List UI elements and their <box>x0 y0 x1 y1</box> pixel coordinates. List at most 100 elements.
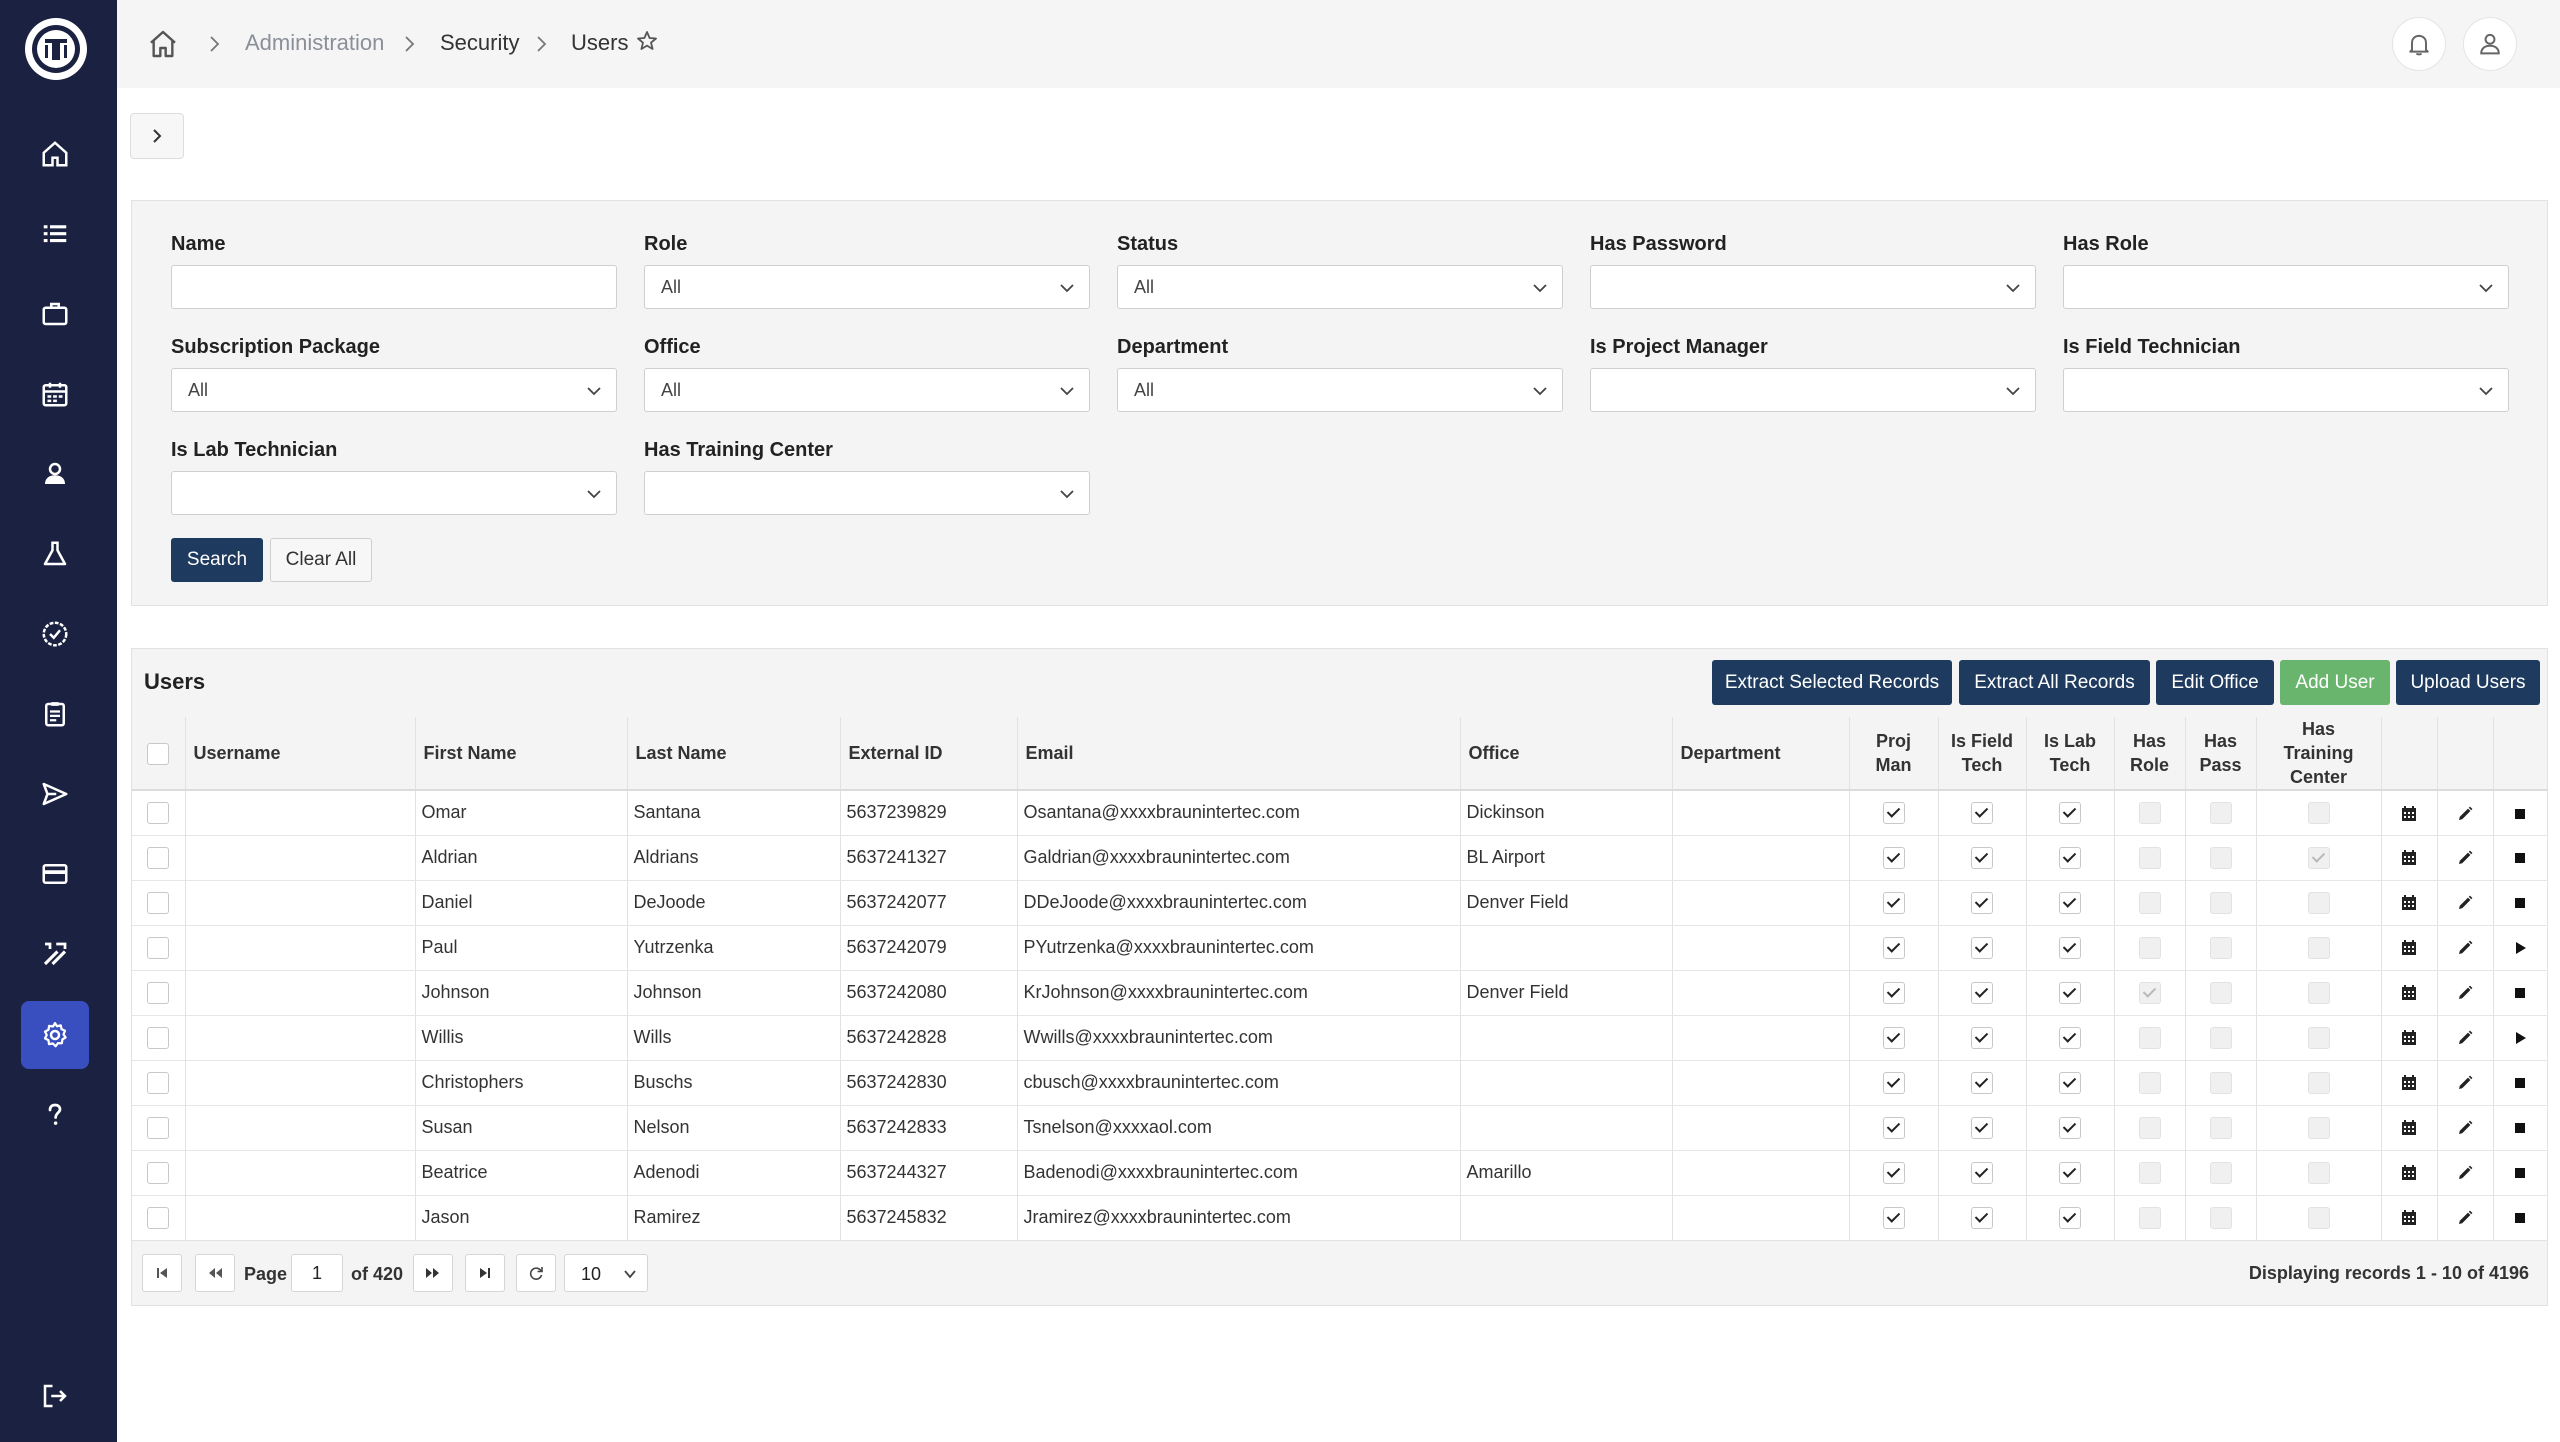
is-lab-tech-checkbox[interactable] <box>2059 981 2081 1004</box>
stop-icon[interactable] <box>2511 894 2529 912</box>
pencil-icon[interactable] <box>2456 805 2474 823</box>
proj-man-checkbox[interactable] <box>1882 1026 1905 1049</box>
is-field-tech-checkbox[interactable] <box>1971 846 1993 869</box>
is-field-tech-checkbox[interactable] <box>1971 1116 1993 1139</box>
status-select[interactable]: All <box>1117 265 1563 309</box>
calendar-icon[interactable] <box>2400 849 2418 867</box>
col-last-name[interactable]: Last Name <box>627 717 841 791</box>
row-select-checkbox[interactable] <box>147 936 170 959</box>
nav-reports[interactable] <box>21 680 89 748</box>
is-lab-tech-checkbox[interactable] <box>2059 1161 2081 1184</box>
col-office[interactable]: Office <box>1460 717 1673 791</box>
proj-man-checkbox[interactable] <box>1882 891 1905 914</box>
page-size-select[interactable]: 10 <box>564 1254 648 1292</box>
pencil-icon[interactable] <box>2456 1119 2474 1137</box>
calendar-icon[interactable] <box>2400 1164 2418 1182</box>
proj-man-checkbox[interactable] <box>1882 1206 1905 1229</box>
pencil-icon[interactable] <box>2456 1029 2474 1047</box>
calendar-icon[interactable] <box>2400 1029 2418 1047</box>
add-user-button[interactable]: Add User <box>2280 660 2390 705</box>
has-password-select[interactable] <box>1590 265 2036 309</box>
row-select-checkbox[interactable] <box>147 981 170 1004</box>
proj-man-checkbox[interactable] <box>1882 981 1905 1004</box>
table-row[interactable]: Jason Ramirez 5637245832 Jramirez@xxxxbraun… <box>132 1195 2548 1241</box>
is-field-tech-checkbox[interactable] <box>1971 891 1993 914</box>
department-select[interactable]: All <box>1117 368 1563 412</box>
pencil-icon[interactable] <box>2456 849 2474 867</box>
extract-all-button[interactable]: Extract All Records <box>1959 660 2150 705</box>
toggle-panel-button[interactable] <box>130 113 184 159</box>
is-field-tech-checkbox[interactable] <box>1971 1206 1993 1229</box>
role-select[interactable]: All <box>644 265 1090 309</box>
row-select-checkbox[interactable] <box>147 1206 170 1229</box>
extract-selected-button[interactable]: Extract Selected Records <box>1712 660 1952 705</box>
nav-projects[interactable] <box>21 280 89 348</box>
calendar-icon[interactable] <box>2400 939 2418 957</box>
next-page-button[interactable] <box>413 1254 453 1292</box>
nav-people[interactable] <box>21 440 89 508</box>
col-has-pass[interactable]: Has Pass <box>2185 717 2257 791</box>
table-row[interactable]: Susan Nelson 5637242833 Tsnelson@xxxxaol.co… <box>132 1105 2548 1151</box>
col-has-training-center[interactable]: Has Training Center <box>2256 717 2382 791</box>
table-row[interactable]: Aldrian Aldrians 5637241327 Galdrian@xxxxbr… <box>132 835 2548 881</box>
is-lab-tech-checkbox[interactable] <box>2059 846 2081 869</box>
prev-page-button[interactable] <box>195 1254 235 1292</box>
search-button[interactable]: Search <box>171 538 263 582</box>
is-field-technician-select[interactable] <box>2063 368 2509 412</box>
col-is-field-tech[interactable]: Is Field Tech <box>1938 717 2027 791</box>
proj-man-checkbox[interactable] <box>1882 1116 1905 1139</box>
row-select-checkbox[interactable] <box>147 891 170 914</box>
stop-icon[interactable] <box>2511 849 2529 867</box>
table-row[interactable]: Johnson Johnson 5637242080 KrJohnson@xxxxbr… <box>132 970 2548 1016</box>
nav-home[interactable] <box>21 120 89 188</box>
row-select-checkbox[interactable] <box>147 801 170 824</box>
col-email[interactable]: Email <box>1017 717 1461 791</box>
stop-icon[interactable] <box>2511 1119 2529 1137</box>
app-logo[interactable] <box>25 18 87 80</box>
edit-office-button[interactable]: Edit Office <box>2156 660 2274 705</box>
nav-quality[interactable] <box>21 600 89 668</box>
stop-icon[interactable] <box>2511 984 2529 1002</box>
stop-icon[interactable] <box>2511 1164 2529 1182</box>
first-page-button[interactable] <box>142 1254 182 1292</box>
upload-users-button[interactable]: Upload Users <box>2396 660 2540 705</box>
is-lab-tech-checkbox[interactable] <box>2059 891 2081 914</box>
refresh-button[interactable] <box>516 1254 556 1292</box>
is-field-tech-checkbox[interactable] <box>1971 1071 1993 1094</box>
office-select[interactable]: All <box>644 368 1090 412</box>
is-field-tech-checkbox[interactable] <box>1971 801 1993 824</box>
play-icon[interactable] <box>2511 939 2529 957</box>
last-page-button[interactable] <box>465 1254 505 1292</box>
pencil-icon[interactable] <box>2456 984 2474 1002</box>
nav-dispatch[interactable] <box>21 760 89 828</box>
proj-man-checkbox[interactable] <box>1882 1161 1905 1184</box>
calendar-icon[interactable] <box>2400 805 2418 823</box>
row-select-checkbox[interactable] <box>147 1116 170 1139</box>
breadcrumb-security[interactable]: Security <box>440 30 519 56</box>
is-field-tech-checkbox[interactable] <box>1971 936 1993 959</box>
col-is-lab-tech[interactable]: Is Lab Tech <box>2026 717 2115 791</box>
is-project-manager-select[interactable] <box>1590 368 2036 412</box>
calendar-icon[interactable] <box>2400 984 2418 1002</box>
col-external-id[interactable]: External ID <box>840 717 1018 791</box>
is-lab-tech-checkbox[interactable] <box>2059 936 2081 959</box>
is-lab-tech-checkbox[interactable] <box>2059 1026 2081 1049</box>
row-select-checkbox[interactable] <box>147 1026 170 1049</box>
table-row[interactable]: Daniel DeJoode 5637242077 DDeJoode@xxxxbrau… <box>132 880 2548 926</box>
has-role-select[interactable] <box>2063 265 2509 309</box>
nav-calendar[interactable] <box>21 360 89 428</box>
breadcrumb-administration[interactable]: Administration <box>245 30 384 56</box>
is-lab-tech-checkbox[interactable] <box>2059 1206 2081 1229</box>
stop-icon[interactable] <box>2511 1074 2529 1092</box>
subscription-package-select[interactable]: All <box>171 368 617 412</box>
pencil-icon[interactable] <box>2456 1209 2474 1227</box>
page-number-input[interactable]: 1 <box>291 1254 343 1292</box>
stop-icon[interactable] <box>2511 805 2529 823</box>
pencil-icon[interactable] <box>2456 1164 2474 1182</box>
calendar-icon[interactable] <box>2400 1074 2418 1092</box>
is-field-tech-checkbox[interactable] <box>1971 1026 1993 1049</box>
nav-list[interactable] <box>21 200 89 268</box>
nav-logout[interactable] <box>21 1362 89 1430</box>
row-select-checkbox[interactable] <box>147 846 170 869</box>
nav-tools[interactable] <box>21 920 89 988</box>
